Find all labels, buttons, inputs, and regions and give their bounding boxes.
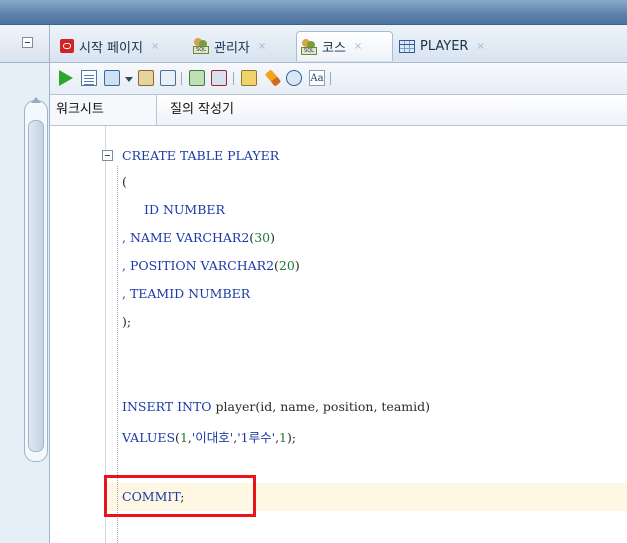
sql-connection-icon: SQL	[193, 38, 209, 54]
table-icon	[399, 39, 415, 53]
tab-query-builder[interactable]: 질의 작성기	[170, 95, 234, 125]
code-line: , POSITION VARCHAR2(20)	[122, 258, 300, 273]
tab-player[interactable]: PLAYER ×	[395, 31, 485, 61]
sql-tuning-icon[interactable]	[189, 70, 205, 86]
eraser-icon[interactable]	[264, 69, 282, 87]
navigator-scroll-thumb[interactable]	[28, 120, 44, 452]
sql-connection-icon: SQL	[301, 38, 317, 55]
rollback-icon[interactable]	[138, 70, 154, 86]
commit-icon[interactable]	[104, 70, 120, 86]
autotrace-icon[interactable]	[241, 70, 257, 86]
run-script-icon[interactable]	[81, 70, 97, 86]
close-icon[interactable]: ×	[354, 41, 362, 52]
close-icon[interactable]: ×	[151, 41, 159, 52]
code-line: , NAME VARCHAR2(30)	[122, 230, 275, 245]
tab-label: 관리자	[214, 40, 250, 56]
cancel-icon[interactable]	[160, 70, 176, 86]
tab-course[interactable]: SQL 코스 ×	[296, 31, 393, 61]
oracle-icon	[60, 39, 74, 53]
toolbar-divider	[330, 72, 331, 85]
code-line: CREATE TABLE PLAYER	[122, 148, 280, 163]
tab-admin[interactable]: SQL 관리자 ×	[189, 31, 266, 61]
explain-plan-icon[interactable]	[211, 70, 227, 86]
close-icon[interactable]: ×	[258, 41, 266, 52]
history-icon[interactable]	[286, 70, 302, 86]
window-title-strip	[0, 0, 627, 25]
code-line: VALUES(1,'이대호','1루수',1);	[122, 430, 297, 445]
line-gutter	[50, 126, 106, 543]
code-line: );	[122, 314, 132, 329]
collapse-icon[interactable]	[102, 150, 113, 161]
chevron-down-icon[interactable]	[125, 77, 133, 82]
navigator-header	[0, 25, 49, 63]
run-statement-icon[interactable]	[59, 70, 73, 86]
code-line: ID NUMBER	[144, 202, 225, 217]
close-icon[interactable]: ×	[476, 41, 484, 52]
worksheet-toolbar: Aa	[50, 63, 627, 95]
editor-tab-bar: 시작 페이지 × SQL 관리자 × SQL 코스 × PLAYER ×	[50, 25, 627, 63]
code-line: , TEAMID NUMBER	[122, 286, 251, 301]
commit-highlight-box	[104, 475, 256, 517]
format-text-icon[interactable]: Aa	[309, 70, 325, 86]
toolbar-divider	[181, 72, 182, 85]
code-line: (	[122, 174, 127, 189]
tab-label: 코스	[322, 41, 346, 56]
worksheet-subtab-bar: 워크시트 질의 작성기	[50, 95, 627, 126]
tab-label: 시작 페이지	[79, 40, 143, 56]
code-line: INSERT INTO player(id, name, position, t…	[122, 399, 431, 414]
minimize-icon[interactable]	[22, 37, 33, 48]
tab-label: PLAYER	[420, 38, 469, 54]
tab-worksheet[interactable]: 워크시트	[50, 95, 157, 125]
tab-start-page[interactable]: 시작 페이지 ×	[56, 31, 159, 61]
toolbar-divider	[233, 72, 234, 85]
scroll-up-arrow-icon[interactable]	[31, 97, 41, 103]
